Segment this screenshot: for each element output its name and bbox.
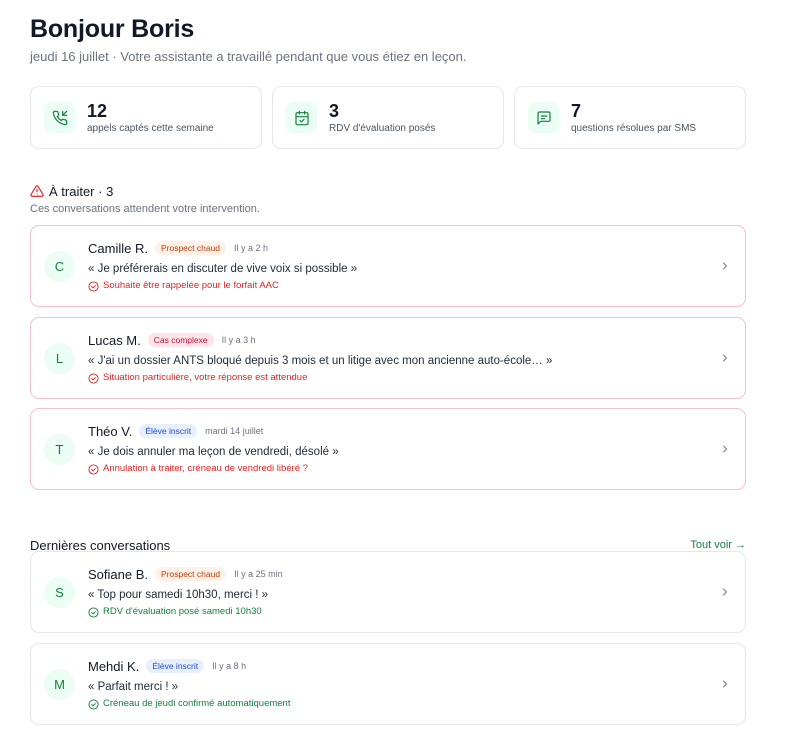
chevron-right-icon: [719, 678, 731, 690]
timestamp: Il y a 25 min: [234, 569, 283, 579]
timestamp: mardi 14 juillet: [205, 426, 264, 436]
alert-circle-icon: [88, 372, 99, 384]
stat-card-sms: 7 questions résolues par SMS: [514, 86, 746, 149]
status-note: RDV d'évaluation posé samedi 10h30: [88, 606, 705, 618]
status-badge: Prospect chaud: [155, 567, 227, 581]
message-quote: « Je dois annuler ma leçon de vendredi, …: [88, 446, 339, 458]
avatar: L: [44, 343, 75, 374]
timestamp: Il y a 2 h: [234, 243, 269, 253]
action-note: Situation particulière, votre réponse es…: [88, 372, 705, 384]
avatar: M: [44, 669, 75, 700]
stat-label: appels captés cette semaine: [87, 122, 214, 134]
contact-name: Sofiane B.: [88, 566, 148, 582]
conversation-card[interactable]: T Théo V. Élève inscrit mardi 14 juillet…: [30, 408, 746, 490]
stat-label: questions résolues par SMS: [571, 122, 697, 134]
status-badge: Prospect chaud: [154, 241, 227, 255]
status-badge: Cas complexe: [147, 333, 214, 347]
contact-name: Lucas M.: [88, 332, 141, 348]
conversation-card[interactable]: L Lucas M. Cas complexe Il y a 3 h « J'a…: [30, 317, 746, 399]
message-icon: [528, 102, 559, 133]
todo-section: À traiter · 3 Ces conversations attenden…: [30, 182, 746, 216]
stat-value: 7: [571, 100, 582, 121]
note-text: Annulation à traiter, créneau de vendred…: [103, 463, 308, 474]
see-all-link[interactable]: Tout voir →: [690, 539, 746, 551]
chevron-right-icon: [719, 352, 731, 364]
message-quote: « Je préférerais en discuter de vive voi…: [88, 263, 358, 275]
note-text: Créneau de jeudi confirmé automatiquemen…: [103, 698, 291, 709]
note-text: Situation particulière, votre réponse es…: [103, 372, 308, 383]
alert-circle-icon: [88, 280, 99, 292]
dashboard: Bonjour Boris jeudi 16 juillet · Votre a…: [30, 14, 746, 725]
action-note: Souhaite être rappelée pour le forfait A…: [88, 280, 705, 292]
message-quote: « Parfait merci ! »: [88, 681, 179, 693]
page-title: Bonjour Boris: [30, 15, 195, 43]
chevron-right-icon: [719, 586, 731, 598]
timestamp: Il y a 8 h: [212, 661, 247, 671]
conversation-card[interactable]: C Camille R. Prospect chaud Il y a 2 h «…: [30, 225, 746, 307]
section-description: Ces conversations attendent votre interv…: [30, 203, 260, 215]
stat-label: RDV d'évaluation posés: [329, 122, 436, 134]
check-circle-icon: [88, 698, 99, 710]
calendar-check-icon: [286, 102, 317, 133]
alert-circle-icon: [88, 463, 99, 475]
stat-card-appointments: 3 RDV d'évaluation posés: [272, 86, 504, 149]
stat-card-calls: 12 appels captés cette semaine: [30, 86, 262, 149]
avatar: T: [44, 434, 75, 465]
check-circle-icon: [88, 606, 99, 618]
note-text: RDV d'évaluation posé samedi 10h30: [103, 606, 262, 617]
contact-name: Théo V.: [88, 423, 133, 439]
stat-value: 12: [87, 100, 108, 121]
phone-incoming-icon: [44, 102, 75, 133]
page-subtitle: jeudi 16 juillet · Votre assistante a tr…: [30, 49, 467, 64]
stat-value: 3: [329, 100, 340, 121]
timestamp: Il y a 3 h: [221, 335, 256, 345]
status-badge: Élève inscrit: [146, 659, 205, 673]
contact-name: Mehdi K.: [88, 658, 140, 674]
status-note: Créneau de jeudi confirmé automatiquemen…: [88, 698, 705, 710]
alert-triangle-icon: [30, 184, 44, 198]
avatar: C: [44, 251, 75, 282]
conversation-card[interactable]: S Sofiane B. Prospect chaud Il y a 25 mi…: [30, 551, 746, 633]
chevron-right-icon: [719, 260, 731, 272]
message-quote: « J'ai un dossier ANTS bloqué depuis 3 m…: [88, 355, 553, 367]
contact-name: Camille R.: [88, 240, 148, 256]
section-title: À traiter · 3: [49, 183, 114, 199]
status-badge: Élève inscrit: [139, 424, 198, 438]
chevron-right-icon: [719, 443, 731, 455]
note-text: Souhaite être rappelée pour le forfait A…: [103, 280, 279, 291]
avatar: S: [44, 577, 75, 608]
stats-row: 12 appels captés cette semaine 3 RDV d'é…: [30, 86, 746, 149]
action-note: Annulation à traiter, créneau de vendred…: [88, 463, 705, 475]
message-quote: « Top pour samedi 10h30, merci ! »: [88, 589, 269, 601]
conversation-card[interactable]: M Mehdi K. Élève inscrit Il y a 8 h « Pa…: [30, 643, 746, 725]
